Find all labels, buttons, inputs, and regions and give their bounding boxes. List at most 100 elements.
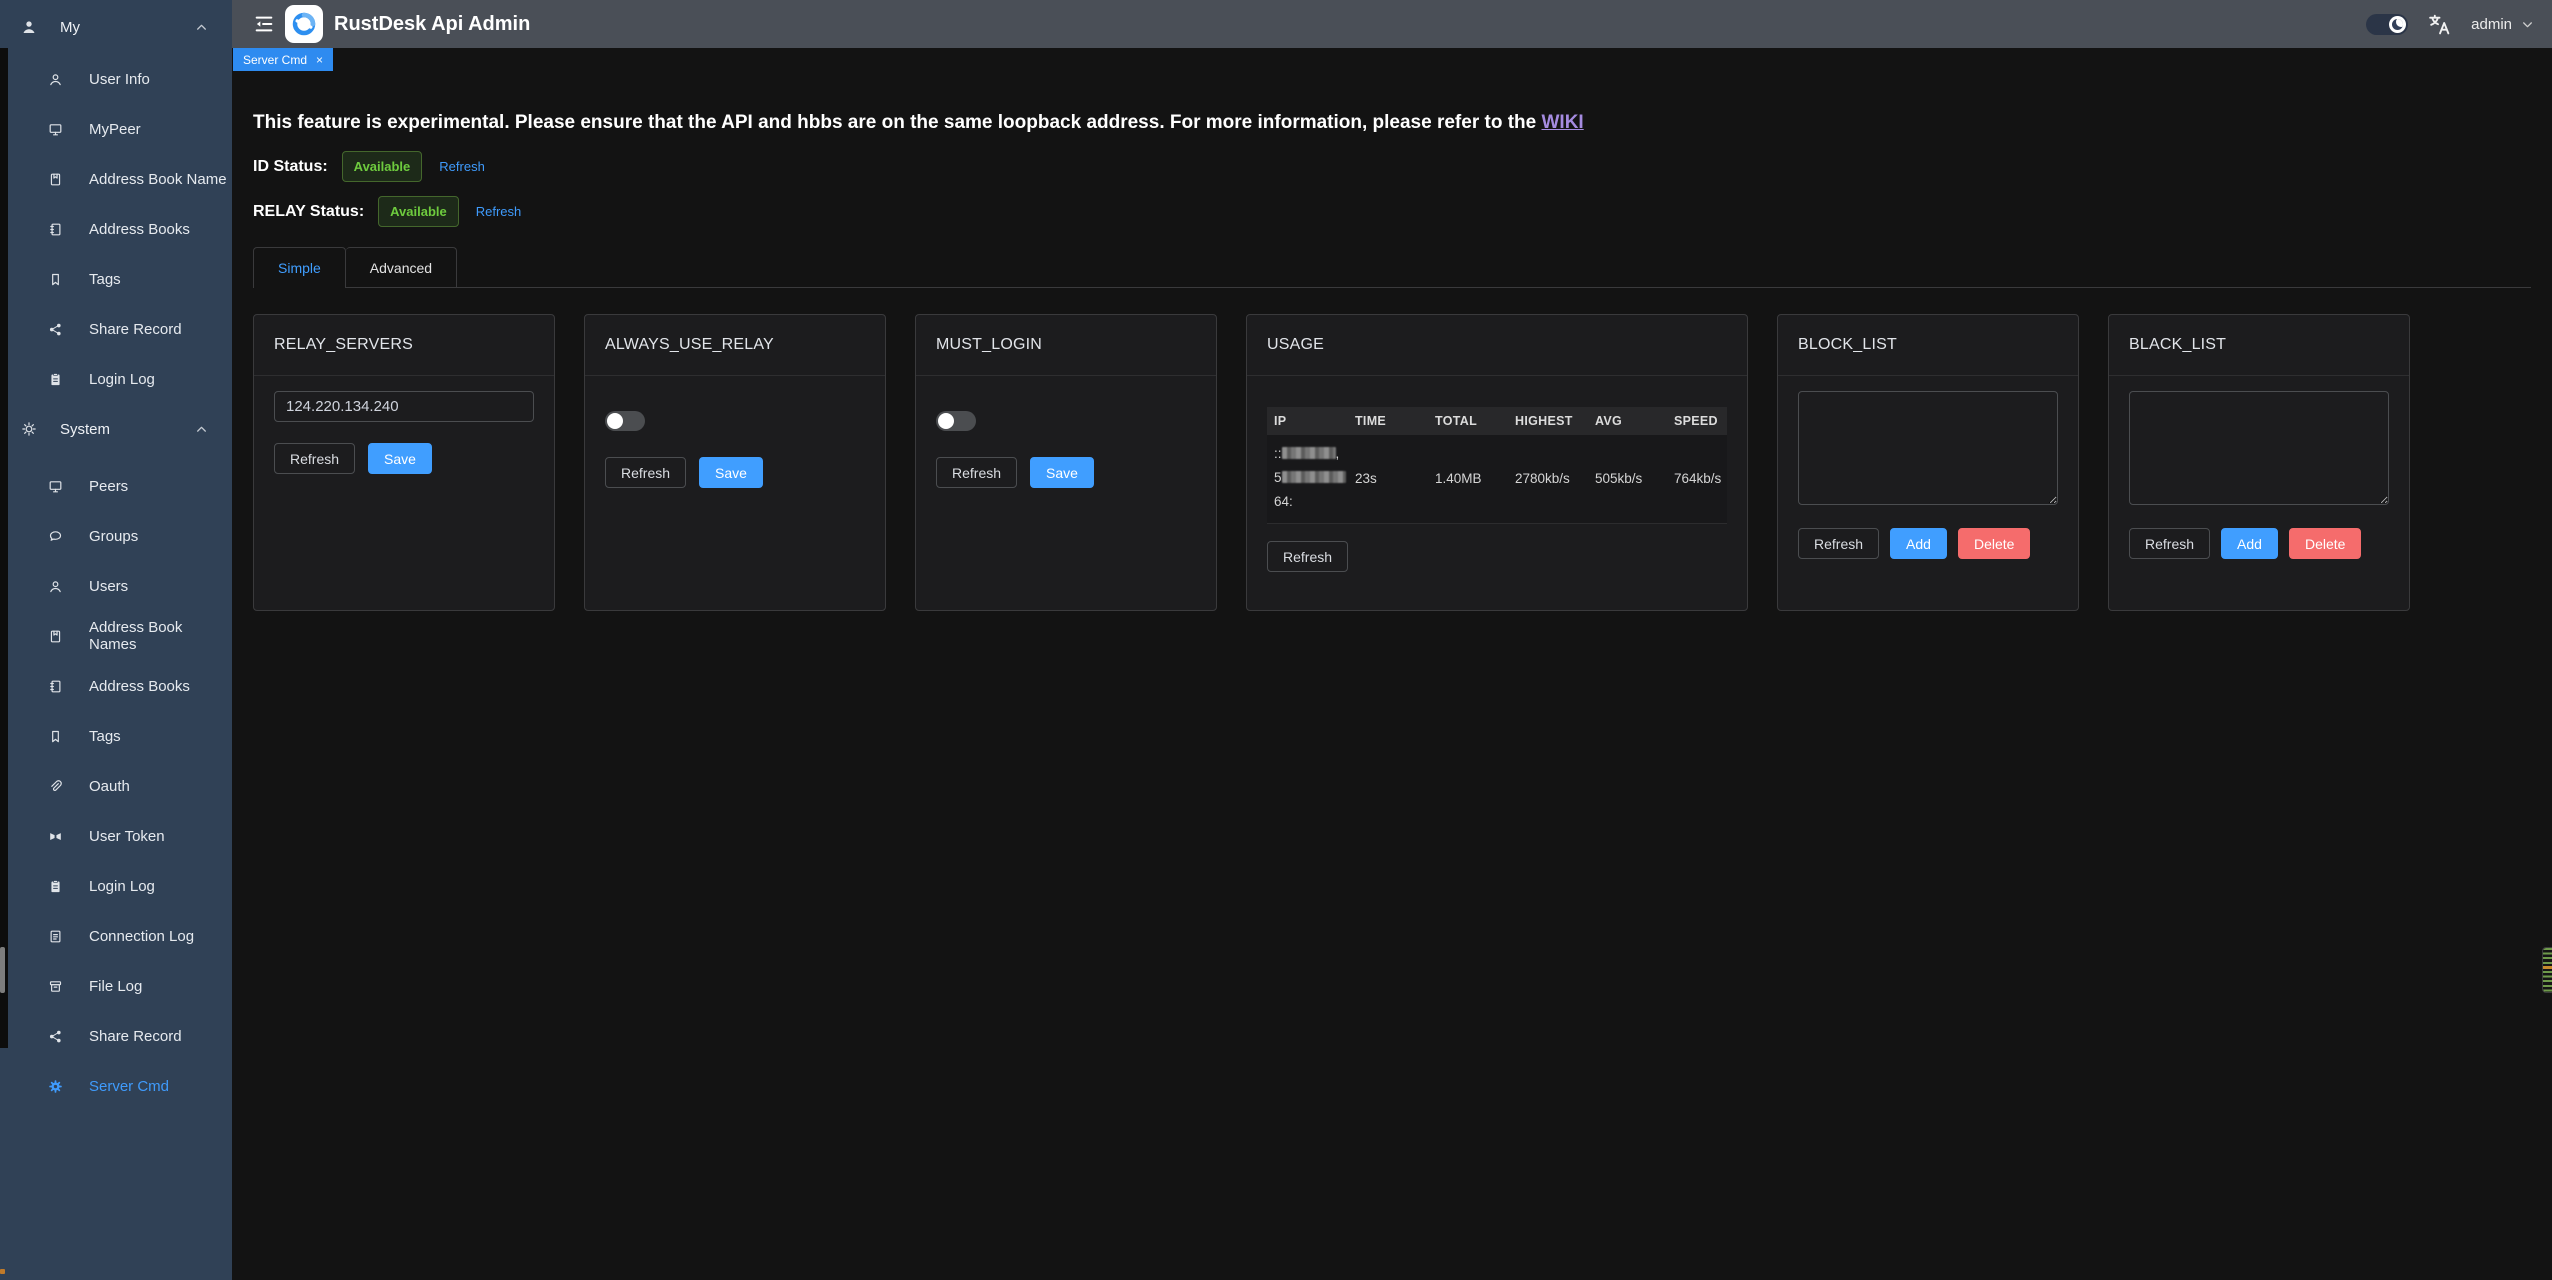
- chevron-up-icon: [195, 21, 208, 34]
- sidebar-item-user-token[interactable]: User Token: [0, 811, 232, 861]
- relay-servers-input[interactable]: [274, 391, 534, 422]
- must-login-card: MUST_LOGIN Refresh Save: [915, 314, 1217, 611]
- top-actions: admin: [2366, 12, 2552, 37]
- archive-icon: [48, 979, 63, 994]
- sidebar-item-peers[interactable]: Peers: [0, 461, 232, 511]
- sidebar-item-share-record[interactable]: Share Record: [0, 304, 232, 354]
- wiki-link[interactable]: WIKI: [1542, 112, 1584, 133]
- usage-table-header: IP TIME TOTAL HIGHEST AVG SPEED: [1267, 407, 1727, 435]
- document-icon: [48, 929, 63, 944]
- block-list-textarea[interactable]: [1798, 391, 2058, 505]
- open-tabs-bar: Server Cmd ×: [232, 48, 2552, 71]
- refresh-button[interactable]: Refresh: [1798, 528, 1879, 559]
- rustdesk-logo: [285, 5, 323, 43]
- delete-button[interactable]: Delete: [2289, 528, 2361, 559]
- always-use-relay-card: ALWAYS_USE_RELAY Refresh Save: [584, 314, 886, 611]
- usage-table: IP TIME TOTAL HIGHEST AVG SPEED ::,564: …: [1267, 407, 1727, 524]
- always-use-relay-toggle[interactable]: [605, 411, 645, 431]
- relay-status-refresh-link[interactable]: Refresh: [476, 204, 522, 219]
- sidebar-item-login-log[interactable]: Login Log: [0, 354, 232, 404]
- tab-label: Server Cmd: [243, 53, 307, 67]
- id-status-label: ID Status:: [253, 158, 328, 176]
- sidebar: My User Info MyPeer Address Book Name Ad…: [0, 0, 232, 1280]
- redacted-text: [1282, 447, 1336, 459]
- close-icon[interactable]: ×: [316, 54, 323, 66]
- monitor-icon: [48, 122, 63, 137]
- sidebar-item-address-books[interactable]: Address Books: [0, 204, 232, 254]
- usage-ip-cell: ::,564:: [1267, 442, 1348, 514]
- save-button[interactable]: Save: [699, 457, 763, 488]
- sidebar-item-connection-log[interactable]: Connection Log: [0, 911, 232, 961]
- sidebar-section-my[interactable]: My: [0, 0, 232, 54]
- monitor-icon: [48, 479, 63, 494]
- translate-icon[interactable]: [2427, 12, 2452, 37]
- add-button[interactable]: Add: [1890, 528, 1947, 559]
- usage-time-cell: 23s: [1348, 471, 1428, 486]
- card-title: MUST_LOGIN: [916, 315, 1216, 376]
- sidebar-item-login-log-sys[interactable]: Login Log: [0, 861, 232, 911]
- share-icon: [48, 322, 63, 337]
- sidebar-item-tags-sys[interactable]: Tags: [0, 711, 232, 761]
- chat-icon: [48, 529, 63, 544]
- sidebar-section-system[interactable]: System: [0, 404, 232, 454]
- sidebar-item-oauth[interactable]: Oauth: [0, 761, 232, 811]
- sidebar-item-server-cmd[interactable]: Server Cmd: [0, 1061, 232, 1111]
- share-icon: [48, 1029, 63, 1044]
- tab-simple[interactable]: Simple: [253, 247, 346, 287]
- notebook-icon: [48, 679, 63, 694]
- content: Server Cmd × This feature is experimenta…: [232, 48, 2552, 1280]
- redacted-text: [1282, 471, 1346, 483]
- id-status-refresh-link[interactable]: Refresh: [439, 159, 485, 174]
- user-menu[interactable]: admin: [2471, 16, 2534, 33]
- usage-card: USAGE IP TIME TOTAL HIGHEST AVG SPEED ::…: [1246, 314, 1748, 611]
- sidebar-item-user-info[interactable]: User Info: [0, 54, 232, 104]
- user-icon: [21, 19, 37, 35]
- black-list-textarea[interactable]: [2129, 391, 2389, 505]
- usage-total-cell: 1.40MB: [1428, 471, 1508, 486]
- id-status-row: ID Status: Available Refresh: [253, 151, 2531, 182]
- app-title: RustDesk Api Admin: [334, 13, 530, 36]
- usage-avg-cell: 505kb/s: [1588, 471, 1667, 486]
- notebook-icon: [48, 222, 63, 237]
- edge-stats-widget[interactable]: [2542, 947, 2552, 993]
- refresh-button[interactable]: Refresh: [1267, 541, 1348, 572]
- paperclip-icon: [48, 779, 63, 794]
- chevron-up-icon: [195, 423, 208, 436]
- dark-mode-toggle[interactable]: [2366, 14, 2408, 35]
- moon-icon: [2392, 19, 2403, 30]
- sidebar-item-groups[interactable]: Groups: [0, 511, 232, 561]
- table-row: ::,564: 23s 1.40MB 2780kb/s 505kb/s 764k…: [1267, 435, 1727, 523]
- sidebar-item-file-log[interactable]: File Log: [0, 961, 232, 1011]
- menu-fold-icon[interactable]: [253, 12, 277, 36]
- sidebar-item-tags[interactable]: Tags: [0, 254, 232, 304]
- delete-button[interactable]: Delete: [1958, 528, 2030, 559]
- sidebar-item-share-record-sys[interactable]: Share Record: [0, 1011, 232, 1061]
- refresh-button[interactable]: Refresh: [605, 457, 686, 488]
- bookmark-icon: [48, 729, 63, 744]
- tab-server-cmd[interactable]: Server Cmd ×: [233, 48, 333, 71]
- ticket-icon: [48, 829, 63, 844]
- save-button[interactable]: Save: [1030, 457, 1094, 488]
- sidebar-section-label: My: [60, 19, 195, 36]
- refresh-button[interactable]: Refresh: [2129, 528, 2210, 559]
- sidebar-item-users[interactable]: Users: [0, 561, 232, 611]
- bookmark-icon: [48, 272, 63, 287]
- relay-status-badge: Available: [378, 196, 459, 227]
- book-icon: [48, 172, 63, 187]
- clipboard-icon: [48, 372, 63, 387]
- sidebar-item-address-book-names[interactable]: Address Book Names: [0, 611, 232, 661]
- sidebar-item-address-books-sys[interactable]: Address Books: [0, 661, 232, 711]
- save-button[interactable]: Save: [368, 443, 432, 474]
- refresh-button[interactable]: Refresh: [274, 443, 355, 474]
- sidebar-item-mypeer[interactable]: MyPeer: [0, 104, 232, 154]
- relay-servers-card: RELAY_SERVERS Refresh Save: [253, 314, 555, 611]
- sidebar-scrollbar-track: [0, 48, 8, 1048]
- must-login-toggle[interactable]: [936, 411, 976, 431]
- tab-advanced[interactable]: Advanced: [346, 247, 457, 287]
- gear-icon: [21, 421, 37, 437]
- add-button[interactable]: Add: [2221, 528, 2278, 559]
- refresh-button[interactable]: Refresh: [936, 457, 1017, 488]
- sidebar-item-address-book-name[interactable]: Address Book Name: [0, 154, 232, 204]
- page-body: This feature is experimental. Please ens…: [232, 112, 2552, 611]
- sidebar-scrollbar-thumb[interactable]: [0, 947, 5, 993]
